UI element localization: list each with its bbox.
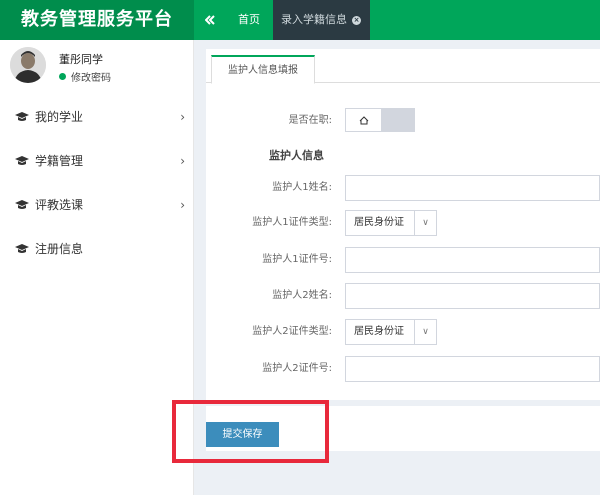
row-g2-idtype: 监护人2证件类型: 居民身份证 ∨	[206, 319, 600, 349]
user-panel: 董彤同学 修改密码	[10, 47, 190, 97]
graduation-cap-icon	[15, 156, 29, 165]
g2-name-label: 监护人2姓名:	[272, 290, 332, 301]
g2-name-input[interactable]	[345, 283, 600, 309]
sidebar-toggle-button[interactable]	[194, 0, 226, 40]
user-name: 董彤同学	[59, 53, 103, 66]
g1-name-input[interactable]	[345, 175, 600, 201]
row-g2-name: 监护人2姓名:	[206, 283, 600, 313]
g2-idno-label: 监护人2证件号:	[262, 363, 332, 374]
change-password-link[interactable]: 修改密码	[59, 69, 111, 84]
g1-name-label: 监护人1姓名:	[272, 182, 332, 193]
sidebar-item-label: 评教选课	[35, 198, 84, 212]
avatar	[10, 47, 46, 83]
tab-enroll-info[interactable]: 录入学籍信息 ×	[273, 0, 370, 40]
avatar-image-icon	[10, 47, 46, 83]
sidebar-item-label: 注册信息	[35, 242, 84, 256]
g2-idno-input[interactable]	[345, 356, 600, 382]
toggle-track	[382, 109, 414, 131]
graduation-cap-icon	[15, 112, 29, 121]
row-g1-idtype: 监护人1证件类型: 居民身份证 ∨	[206, 210, 600, 240]
sidebar-item-my-studies[interactable]: 我的学业 ›	[0, 95, 193, 139]
chevron-down-icon: ∨	[414, 211, 436, 235]
app-logo-title: 教务管理服务平台	[0, 0, 194, 40]
employed-toggle[interactable]	[345, 108, 415, 132]
form-panel: 监护人信息填报 是否在职: 监护人信息 监护人1姓名: 监护人1证件类型: 居民…	[206, 49, 600, 406]
sidebar: 董彤同学 修改密码 我的学业 › 学籍管理 › 评教选课 › 注册信息	[0, 40, 194, 495]
sidebar-menu: 我的学业 › 学籍管理 › 评教选课 › 注册信息	[0, 95, 193, 271]
close-icon[interactable]: ×	[352, 15, 361, 25]
chevron-right-icon: ›	[180, 110, 185, 124]
online-dot-icon	[59, 73, 66, 80]
g2-idtype-select[interactable]: 居民身份证 ∨	[345, 319, 437, 345]
g2-idtype-label: 监护人2证件类型:	[252, 326, 332, 337]
tab-guardian-info[interactable]: 监护人信息填报	[211, 55, 315, 84]
sidebar-item-label: 学籍管理	[35, 154, 84, 168]
graduation-cap-icon	[15, 200, 29, 209]
form-tabs: 监护人信息填报	[206, 49, 600, 84]
toggle-knob	[346, 109, 382, 131]
change-password-label: 修改密码	[71, 73, 111, 84]
tab-home[interactable]: 首页	[228, 0, 270, 40]
highlight-annotation-box	[172, 400, 329, 463]
g1-idtype-select[interactable]: 居民身份证 ∨	[345, 210, 437, 236]
tab-enroll-info-label: 录入学籍信息	[281, 13, 347, 26]
sidebar-item-label: 我的学业	[35, 110, 84, 124]
graduation-cap-icon	[15, 244, 29, 253]
g1-idtype-value: 居民身份证	[354, 217, 404, 228]
sidebar-item-registration[interactable]: 注册信息	[0, 227, 193, 271]
row-g2-idno: 监护人2证件号:	[206, 356, 600, 386]
double-chevron-left-icon	[205, 15, 215, 25]
top-navbar: 教务管理服务平台 首页 录入学籍信息 ×	[0, 0, 600, 40]
g1-idtype-label: 监护人1证件类型:	[252, 217, 332, 228]
section-title-guardian: 监护人信息	[269, 149, 324, 162]
sidebar-item-course-eval[interactable]: 评教选课 ›	[0, 183, 193, 227]
sidebar-item-student-status[interactable]: 学籍管理 ›	[0, 139, 193, 183]
chevron-right-icon: ›	[180, 154, 185, 168]
chevron-down-icon: ∨	[414, 320, 436, 344]
g1-idno-input[interactable]	[345, 247, 600, 273]
home-icon	[359, 115, 368, 124]
row-g1-name: 监护人1姓名:	[206, 175, 600, 205]
g2-idtype-value: 居民身份证	[354, 326, 404, 337]
chevron-right-icon: ›	[180, 198, 185, 212]
row-employed: 是否在职:	[206, 108, 600, 138]
g1-idno-label: 监护人1证件号:	[262, 254, 332, 265]
row-g1-idno: 监护人1证件号:	[206, 247, 600, 277]
employed-label: 是否在职:	[288, 115, 332, 126]
